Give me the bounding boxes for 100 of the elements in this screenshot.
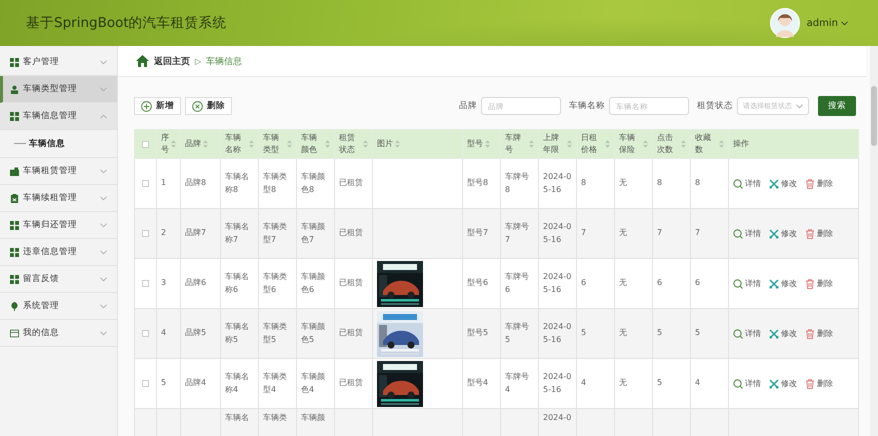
table-cell: 型号8 [467,178,488,188]
sort-icon[interactable] [529,140,534,148]
menu-item[interactable]: 车辆租赁管理 [0,158,117,185]
chevron-icon [100,276,107,282]
search-button[interactable]: 搜索 [818,96,856,116]
edit-link[interactable]: 修改 [769,378,797,389]
menu-item[interactable]: 违章信息管理 [0,239,117,266]
avatar-icon[interactable] [770,8,800,38]
app-title: 基于SpringBoot的汽车租赁系统 [26,14,228,32]
edit-link[interactable]: 修改 [769,228,797,239]
sort-icon[interactable] [681,140,686,148]
table-cell: 车辆名称7 [225,222,249,244]
details-link[interactable]: 详情 [733,228,761,239]
sort-icon[interactable] [719,140,724,148]
table-cell: 5 [657,378,662,388]
menu-item[interactable]: 车辆续租管理 [0,185,117,212]
table-cell: 车牌号7 [505,222,529,244]
home-icon[interactable] [136,55,149,67]
chevron-icon [100,60,107,64]
edit-link[interactable]: 修改 [769,328,797,339]
sort-icon[interactable] [485,140,490,148]
table-cell: 4 [161,328,166,338]
table-cell: 型号7 [467,228,488,238]
row-checkbox[interactable] [142,230,149,237]
breadcrumb-link[interactable]: 返回主页 [154,54,190,68]
row-checkbox[interactable] [142,180,149,187]
chevron-icon [100,250,107,254]
filter-label: 品牌 [459,100,477,112]
user-menu[interactable]: admin [806,18,848,28]
table-cell: 车辆类型6 [263,272,287,294]
briefcase-icon [10,166,19,176]
menu-item[interactable]: 车辆信息管理 [0,103,117,130]
row-checkbox[interactable] [142,280,149,287]
edit-link[interactable]: 修改 [769,278,797,289]
sort-icon[interactable] [203,140,208,148]
menu-item[interactable]: 系统管理 [0,293,117,320]
scissors-icon [769,178,779,188]
row-checkbox[interactable] [142,330,149,337]
table-cell: 无 [619,278,627,288]
submenu-item[interactable]: 车辆信息 [0,130,117,158]
chevron-icon [796,104,803,108]
table-cell: 车辆颜色7 [301,222,325,244]
table-cell: 车辆颜色5 [301,322,325,344]
delete-button[interactable]: 删除 [185,97,232,115]
table-cell: 2024-05-16 [543,322,572,344]
row-checkbox[interactable] [142,380,149,387]
sort-icon[interactable] [171,140,176,148]
sort-icon[interactable] [643,140,648,148]
chevron-icon [100,86,107,92]
edit-link[interactable]: 修改 [769,178,797,189]
column-header: 品牌 [185,138,201,150]
table-cell: 7 [695,228,700,238]
scissors-icon [769,278,779,288]
menu-item[interactable]: 我的信息 [0,320,117,347]
table-cell: 车辆名称6 [225,272,249,294]
table-cell: 2024-05-16 [543,372,572,394]
sort-icon[interactable] [567,140,572,148]
table-cell: 型号5 [467,328,488,338]
menu-item[interactable]: 车辆归还管理 [0,212,117,239]
clipboard-icon [10,194,19,202]
table-cell: 已租赁 [339,328,363,338]
table-cell: 车辆颜色4 [301,372,325,394]
sort-icon[interactable] [287,140,292,148]
table-cell: 品牌4 [185,378,206,388]
magnifier-icon [733,178,743,188]
delete-link[interactable]: 删除 [805,378,833,389]
table-cell: 车辆类型8 [263,172,287,194]
trash-icon [805,328,815,338]
column-header: 图片 [377,138,393,150]
scissors-icon [769,378,779,388]
menu-item[interactable]: 留言反馈 [0,266,117,293]
grid-icon [10,112,19,120]
delete-link[interactable]: 删除 [805,278,833,289]
breadcrumb-current: 车辆信息 [206,56,242,68]
table-cell: 5 [581,328,586,338]
sort-icon[interactable] [605,140,610,148]
details-link[interactable]: 详情 [733,178,761,189]
details-link[interactable]: 详情 [733,328,761,339]
delete-link[interactable]: 删除 [805,328,833,339]
table-cell: 车辆颜 [301,413,325,422]
table-cell: 无 [619,228,627,238]
sort-icon[interactable] [395,140,400,148]
sort-icon[interactable] [363,140,368,148]
magnifier-icon [733,328,743,338]
sort-icon[interactable] [325,140,330,148]
table-cell: 车辆颜色6 [301,272,325,294]
delete-link[interactable]: 删除 [805,228,833,239]
filter-label: 租赁状态 [697,100,733,112]
menu-item[interactable]: 车辆类型管理 [0,76,117,103]
select-all-checkbox[interactable] [142,140,149,148]
sort-icon[interactable] [249,140,254,148]
delete-link[interactable]: 删除 [805,178,833,189]
add-button[interactable]: 新增 [134,97,181,115]
table-cell: 6 [657,278,662,288]
table-cell: 品牌5 [185,328,206,338]
details-link[interactable]: 详情 [733,378,761,389]
table-cell: 品牌7 [185,228,206,238]
grid-icon [10,58,19,66]
scrollbar[interactable] [870,46,878,436]
details-link[interactable]: 详情 [733,278,761,289]
